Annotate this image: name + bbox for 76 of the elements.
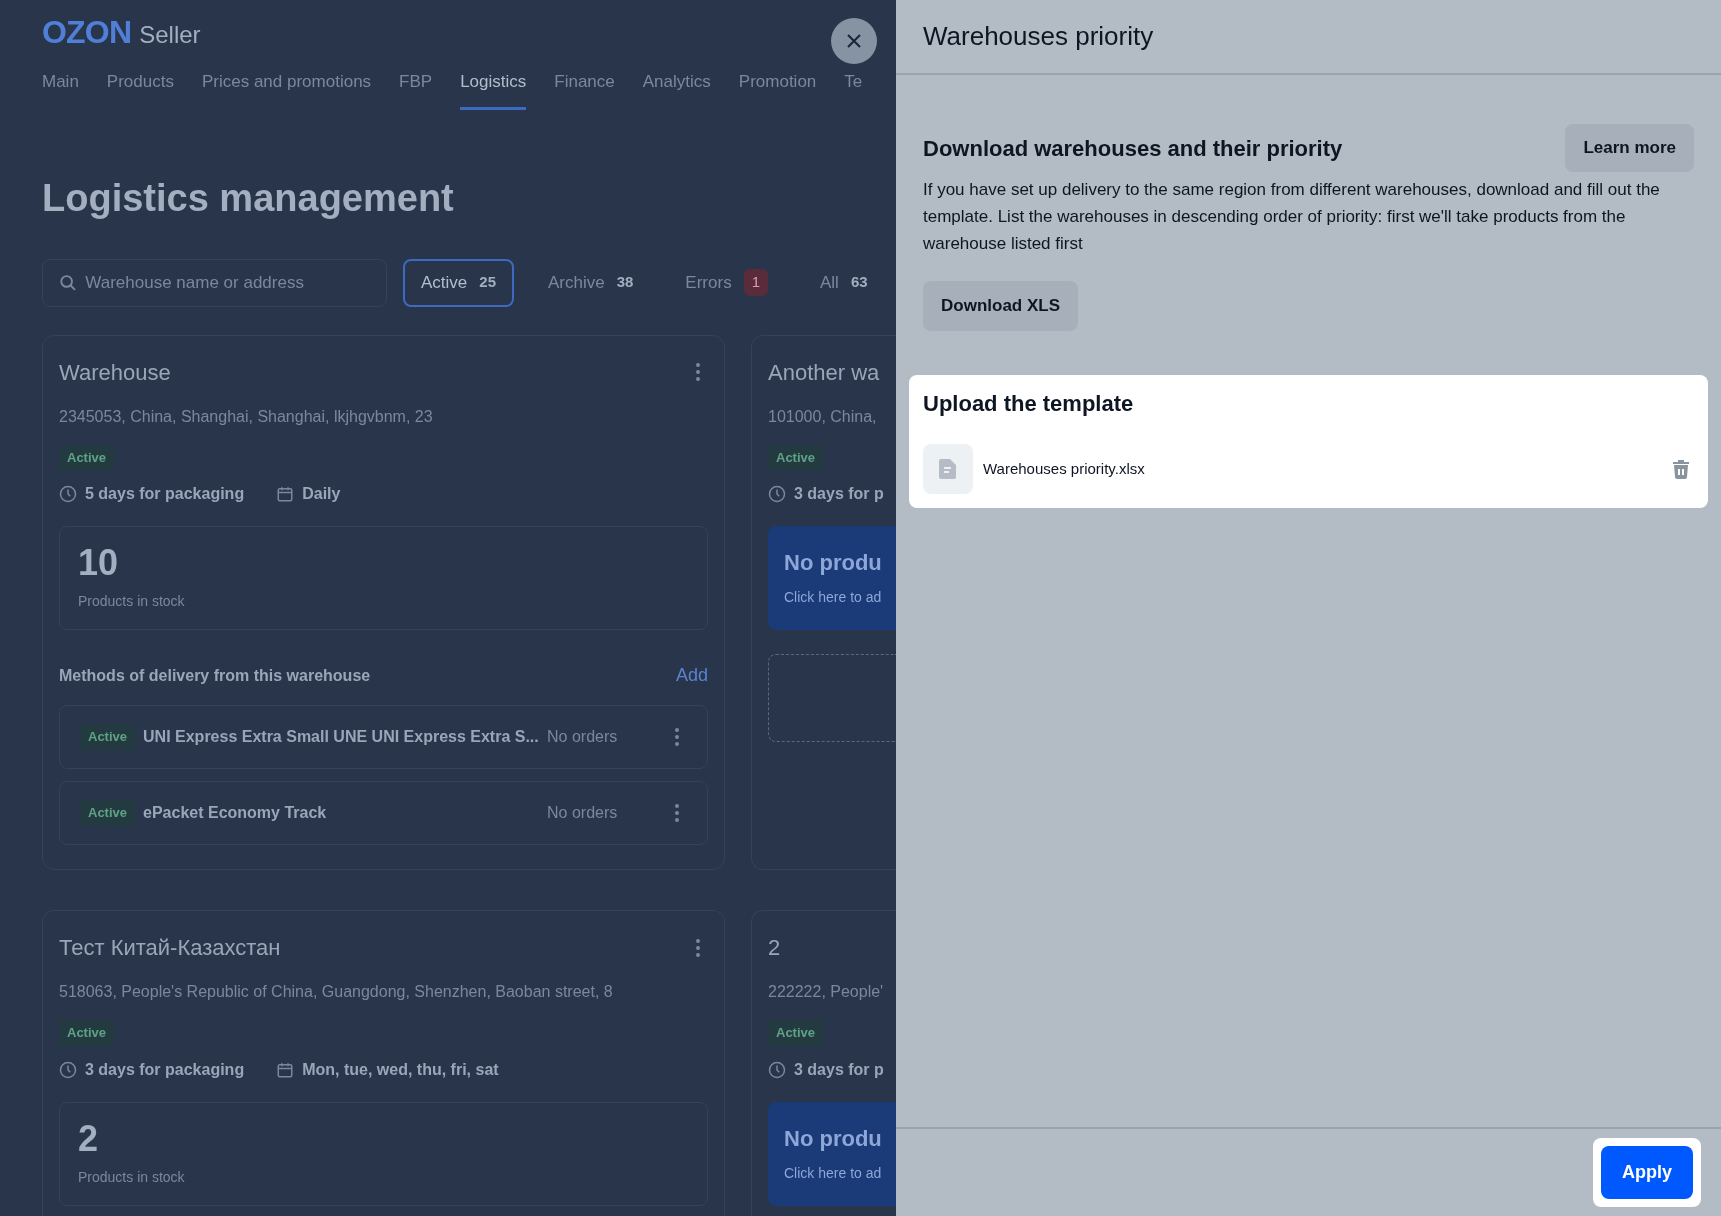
methods-heading: Methods of delivery from this warehouse <box>59 665 371 686</box>
stock-count: 2 <box>78 1118 100 1159</box>
nav-tab[interactable]: Finance <box>554 69 615 110</box>
orders-status: No orders <box>547 727 619 747</box>
method-name: UNI Express Extra Small UNE UNI Express Extra S... <box>143 727 539 747</box>
clock-icon <box>59 1060 77 1079</box>
status-badge: Active <box>80 800 136 826</box>
nav-tab[interactable]: Main <box>42 69 79 110</box>
file-icon <box>923 444 973 494</box>
more-icon <box>675 804 679 822</box>
packaging-time: 3 days for packaging <box>85 1059 245 1080</box>
status-badge: Active <box>768 444 824 470</box>
nav-tab[interactable]: Logistics <box>460 69 527 110</box>
status-badge: Active <box>768 1020 824 1046</box>
panel-title: Warehouses priority <box>923 20 1154 53</box>
clock-icon <box>768 485 786 503</box>
add-products-card[interactable]: No produ Click here to ad <box>768 1101 896 1206</box>
instructions-text: If you have set up delivery to the same region from different warehouses, download and fill out the template. List the warehouses in descending order of priority: first we'll take products from the warehouse listed first <box>923 179 1661 255</box>
trash-icon <box>1672 459 1690 479</box>
close-icon <box>846 33 862 49</box>
section-heading: Download warehouses and their priority <box>923 134 1343 163</box>
calendar-icon <box>276 1060 295 1079</box>
warehouse-address: 2345053, China, Shanghai, Shanghai, lkjhgvbnm, 23 <box>59 406 434 427</box>
more-icon <box>696 363 700 381</box>
file-name: Warehouses priority.xlsx <box>983 458 1146 479</box>
delivery-method-row[interactable]: Active UNI Express Extra Small UNE UNI Express Extra S... No orders <box>59 705 708 769</box>
stock-count: 10 <box>78 543 120 583</box>
calendar-icon <box>276 485 295 503</box>
apply-button[interactable]: Apply <box>1601 1146 1693 1199</box>
clock-icon <box>768 1060 786 1079</box>
packaging-time: 5 days for packaging <box>85 484 245 504</box>
more-icon <box>696 938 700 957</box>
packaging-time: 3 days for p <box>794 1059 884 1080</box>
page-title: Logistics management <box>42 175 455 221</box>
filter-tab[interactable]: All 63 <box>802 258 886 307</box>
warehouse-address: 518063, People's Republic of China, Guangdong, Shenzhen, Baoban street, 8 <box>59 982 614 1002</box>
brand-logo[interactable]: OZON <box>42 16 132 48</box>
stock-label: Products in stock <box>78 592 186 611</box>
filter-tab[interactable]: Errors 1 <box>667 258 786 307</box>
search-field[interactable]: Warehouse name or address <box>85 269 370 296</box>
status-badge: Active <box>59 1020 115 1046</box>
nav-tab[interactable]: Prices and promotions <box>201 69 372 110</box>
upload-heading: Upload the template <box>923 391 1134 416</box>
filter-tab[interactable]: Archive 38 <box>530 258 652 307</box>
brand-product: Seller <box>139 20 201 50</box>
warehouse-name: Another wa <box>768 358 880 387</box>
status-badge: Active <box>59 444 115 470</box>
nav-tab[interactable]: Te <box>844 69 863 110</box>
more-icon <box>675 728 679 746</box>
clock-icon <box>59 485 77 503</box>
stock-label: Products in stock <box>78 1167 186 1187</box>
delete-button[interactable] <box>1672 459 1690 479</box>
learn-more-button[interactable]: Learn more <box>1565 124 1694 172</box>
warehouse-name: Warehouse <box>59 358 171 387</box>
search-box[interactable]: Warehouse name or address <box>42 258 387 307</box>
warehouse-name: 2 <box>768 934 781 962</box>
shipping-schedule: Daily <box>302 484 341 504</box>
download-xls-button[interactable]: Download XLS <box>923 281 1078 331</box>
method-name: ePacket Economy Track <box>143 803 328 823</box>
orders-status: No orders <box>547 803 619 823</box>
nav-tab[interactable]: Products <box>106 69 174 110</box>
nav-tab[interactable]: FBP <box>399 69 433 110</box>
search-icon <box>59 272 78 293</box>
packaging-time: 3 days for p <box>794 484 884 504</box>
add-products-card[interactable]: No produ Click here to ad <box>768 526 896 630</box>
warehouse-name: Тест Китай-Казахстан <box>59 934 281 962</box>
warehouse-address: 101000, China, <box>768 406 878 427</box>
status-badge: Active <box>80 724 136 750</box>
shipping-schedule: Mon, tue, wed, thu, fri, sat <box>302 1059 499 1080</box>
add-link[interactable]: Add <box>675 662 708 689</box>
warehouse-address: 222222, People' <box>768 982 885 1002</box>
nav-tab[interactable]: Analytics <box>642 69 711 110</box>
filter-tab[interactable]: Active 25 <box>403 258 514 307</box>
delivery-method-row[interactable]: Active ePacket Economy Track No orders <box>59 781 708 845</box>
nav-tab[interactable]: Promotion <box>738 69 817 110</box>
close-button[interactable] <box>831 18 877 64</box>
